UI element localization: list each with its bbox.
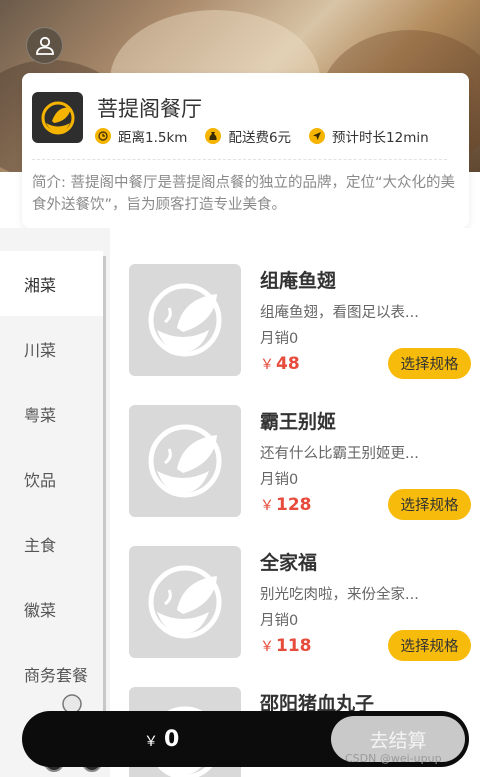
delivery-fee-info: 配送费6元 <box>205 126 291 146</box>
sidebar-item-category[interactable]: 徽菜 <box>0 576 103 641</box>
sidebar-item-category[interactable]: 川菜 <box>0 316 103 381</box>
dish-price: ￥ 48 <box>260 354 300 374</box>
dish-monthly-sales: 月销0 <box>260 472 299 488</box>
select-spec-button[interactable]: 选择规格 <box>388 489 471 520</box>
money-bag-icon <box>205 128 222 144</box>
user-avatar-button[interactable] <box>26 27 63 64</box>
eta-text: 预计时长12min <box>332 130 429 146</box>
dish-placeholder-icon <box>148 565 222 639</box>
dish-name: 霸王别姬 <box>260 411 337 433</box>
shop-meta: 距离1.5km 配送费6元 预计时长12min <box>95 126 429 146</box>
sidebar-item-category[interactable]: 粤菜 <box>0 381 103 446</box>
select-spec-button[interactable]: 选择规格 <box>388 630 471 661</box>
distance-info: 距离1.5km <box>95 126 187 146</box>
shop-logo <box>32 92 83 143</box>
shop-info-card: 菩提阁餐厅 距离1.5km 配送费6元 预计时长12min 简介: 菩提阁中餐厅… <box>22 73 469 228</box>
dish-image[interactable] <box>129 546 241 658</box>
dish-description: 组庵鱼翅，看图足以表... <box>260 305 419 321</box>
distance-text: 距离1.5km <box>118 130 188 146</box>
shop-name: 菩提阁餐厅 <box>97 97 202 121</box>
bowl-leaf-icon <box>41 101 74 134</box>
select-spec-button[interactable]: 选择规格 <box>388 348 471 379</box>
sidebar-item-category[interactable]: 主食 <box>0 511 103 576</box>
sidebar-scrollbar[interactable] <box>103 256 106 726</box>
cart-total: ￥ 0 <box>144 727 180 752</box>
dish-image[interactable] <box>129 264 241 376</box>
clock-icon <box>95 128 111 144</box>
dish-name: 全家福 <box>260 552 318 574</box>
sidebar-item-category[interactable]: 饮品 <box>0 446 103 511</box>
dish-placeholder-icon <box>148 283 222 357</box>
watermark: CSDN @wei-upup <box>345 752 442 765</box>
dish-item[interactable]: 霸王别姬还有什么比霸王别姬更... 月销0 ￥ 128 选择规格 <box>129 405 479 520</box>
user-icon <box>35 36 54 55</box>
card-divider <box>32 159 447 160</box>
dish-item[interactable]: 组庵鱼翅组庵鱼翅，看图足以表... 月销0 ￥ 48 选择规格 <box>129 264 479 379</box>
dish-monthly-sales: 月销0 <box>260 613 299 629</box>
dish-price: ￥ 128 <box>260 495 312 515</box>
dish-name: 组庵鱼翅 <box>260 270 337 292</box>
dish-description: 还有什么比霸王别姬更... <box>260 446 419 462</box>
navigation-icon <box>309 128 326 144</box>
shop-intro: 简介: 菩提阁中餐厅是菩提阁点餐的独立的品牌，定位“大众化的美食外送餐饮”，旨为… <box>32 175 456 213</box>
eta-info: 预计时长12min <box>309 126 429 146</box>
dish-description: 别光吃肉啦，来份全家... <box>260 587 419 603</box>
dish-price: ￥ 118 <box>260 636 312 656</box>
dish-monthly-sales: 月销0 <box>260 331 299 347</box>
dish-placeholder-icon <box>148 424 222 498</box>
sidebar-item-category[interactable]: 湘菜 <box>0 251 103 316</box>
cart-total-amount: 0 <box>164 727 180 752</box>
delivery-fee-text: 配送费6元 <box>228 130 292 146</box>
dish-list: 组庵鱼翅 组庵鱼翅，看图足以表... 月销0 ￥ 48 选择规格 霸王别姬 还有什么比霸王别姬… <box>110 228 480 777</box>
dish-image[interactable] <box>129 405 241 517</box>
dish-item[interactable]: 全家福别光吃肉啦，来份全家... 月销0 ￥ 118 选择规格 <box>129 546 479 661</box>
